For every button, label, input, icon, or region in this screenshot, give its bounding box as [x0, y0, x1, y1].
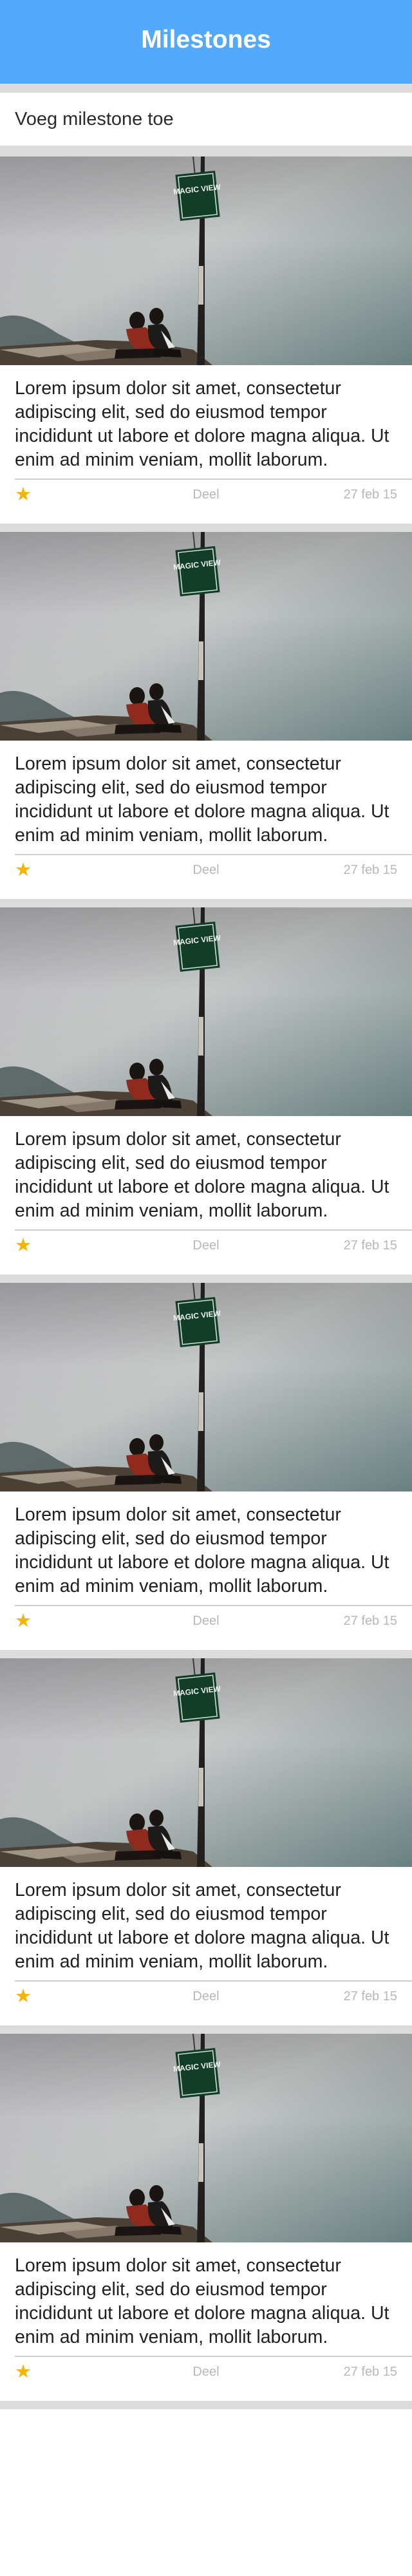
milestone-footer: ★ Deel 27 feb 15 [0, 2357, 412, 2387]
app-header: Milestones [0, 0, 412, 84]
page-title: Milestones [141, 26, 271, 53]
milestone-description: Lorem ipsum dolor sit amet, consectetur … [15, 1880, 389, 1972]
separator [0, 1650, 412, 1658]
milestone-card[interactable]: MAGIC VIEW Lorem ipsum dolor sit amet, c… [0, 1283, 412, 1650]
separator [0, 146, 412, 156]
milestone-description: Lorem ipsum dolor sit amet, consectetur … [15, 2255, 389, 2347]
milestone-photo[interactable]: MAGIC VIEW [0, 2034, 412, 2242]
milestone-footer: ★ Deel 27 feb 15 [0, 855, 412, 885]
milestone-photo-image: MAGIC VIEW [0, 532, 412, 741]
milestone-photo-image: MAGIC VIEW [0, 156, 412, 365]
milestone-date: 27 feb 15 [343, 1614, 397, 1628]
milestone-footer: ★ Deel 27 feb 15 [0, 480, 412, 509]
milestone-description: Lorem ipsum dolor sit amet, consectetur … [15, 378, 389, 470]
milestone-footer: ★ Deel 27 feb 15 [0, 1231, 412, 1260]
milestone-card[interactable]: MAGIC VIEW Lorem ipsum dolor sit amet, c… [0, 532, 412, 899]
milestone-photo-image: MAGIC VIEW [0, 2034, 412, 2242]
milestone-photo-image: MAGIC VIEW [0, 907, 412, 1116]
milestone-date: 27 feb 15 [343, 2365, 397, 2379]
milestone-photo[interactable]: MAGIC VIEW [0, 907, 412, 1116]
separator [0, 899, 412, 907]
milestone-footer: ★ Deel 27 feb 15 [0, 1606, 412, 1636]
milestone-photo-image: MAGIC VIEW [0, 1283, 412, 1492]
milestone-photo[interactable]: MAGIC VIEW [0, 532, 412, 741]
separator [0, 2401, 412, 2409]
milestone-footer: ★ Deel 27 feb 15 [0, 1982, 412, 2011]
separator [0, 2025, 412, 2034]
milestone-photo-image: MAGIC VIEW [0, 1658, 412, 1867]
milestone-photo[interactable]: MAGIC VIEW [0, 1283, 412, 1492]
milestone-description: Lorem ipsum dolor sit amet, consectetur … [15, 753, 389, 846]
milestone-description: Lorem ipsum dolor sit amet, consectetur … [15, 1504, 389, 1596]
milestone-date: 27 feb 15 [343, 1238, 397, 1253]
milestone-date: 27 feb 15 [343, 488, 397, 502]
milestone-card[interactable]: MAGIC VIEW Lorem ipsum dolor sit amet, c… [0, 2034, 412, 2401]
add-milestone-label: Voeg milestone toe [15, 108, 174, 129]
separator [0, 524, 412, 532]
milestone-card[interactable]: MAGIC VIEW Lorem ipsum dolor sit amet, c… [0, 907, 412, 1274]
milestone-description: Lorem ipsum dolor sit amet, consectetur … [15, 1129, 389, 1221]
milestone-card[interactable]: MAGIC VIEW Lorem ipsum dolor sit amet, c… [0, 156, 412, 524]
milestone-list: MAGIC VIEW Lorem ipsum dolor sit amet, c… [0, 156, 412, 2409]
add-milestone-button[interactable]: Voeg milestone toe [0, 93, 412, 146]
milestone-photo[interactable]: MAGIC VIEW [0, 156, 412, 365]
milestone-date: 27 feb 15 [343, 1989, 397, 2003]
separator [0, 84, 412, 93]
milestone-card[interactable]: MAGIC VIEW Lorem ipsum dolor sit amet, c… [0, 1658, 412, 2025]
milestone-date: 27 feb 15 [343, 863, 397, 877]
milestone-photo[interactable]: MAGIC VIEW [0, 1658, 412, 1867]
separator [0, 1274, 412, 1283]
